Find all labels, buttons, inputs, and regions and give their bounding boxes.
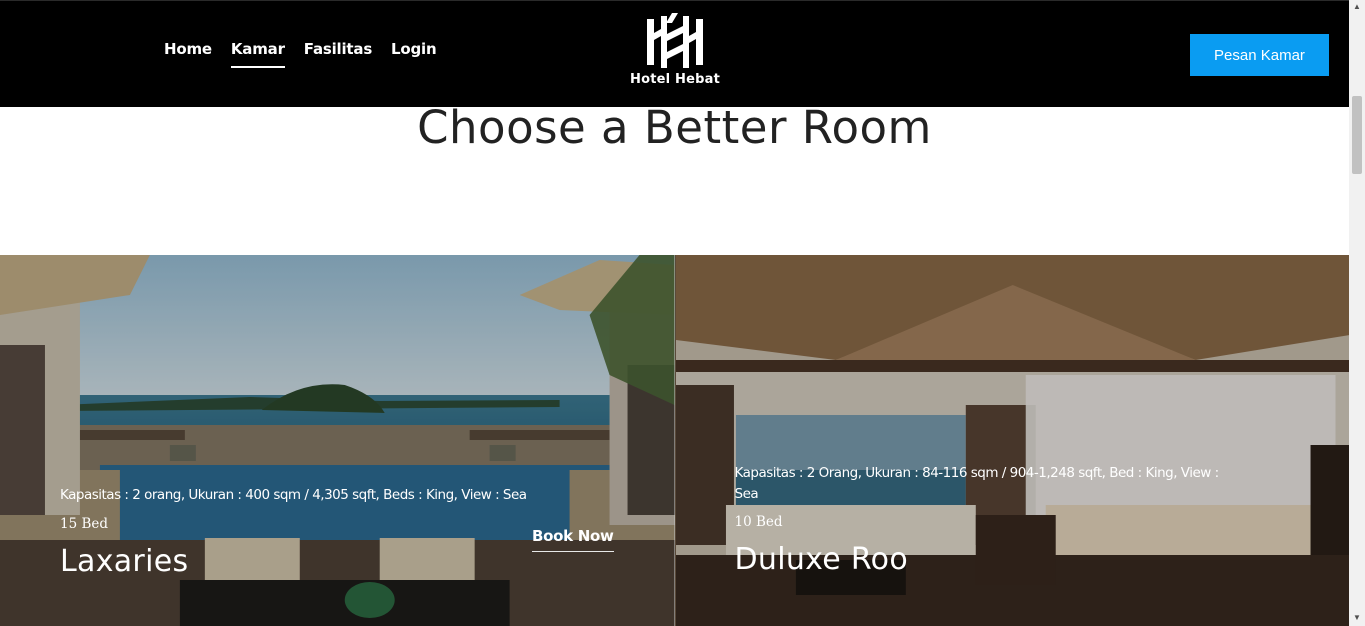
brand-logo[interactable]: Hotel Hebat [620, 11, 730, 87]
nav-link-fasilitas[interactable]: Fasilitas [304, 40, 372, 66]
room-name: Duluxe Roo [734, 542, 908, 577]
room-card-duluxe[interactable]: Kapasitas : 2 Orang, Ukuran : 84-116 sqm… [674, 255, 1349, 626]
scrollbar-thumb[interactable] [1352, 96, 1362, 174]
scrollbar[interactable]: ▲ ▼ [1349, 0, 1365, 626]
navbar: Home Kamar Fasilitas Login Hotel Hebat P… [0, 0, 1349, 107]
brand-name: Hotel Hebat [629, 72, 720, 87]
hotel-hebat-logo-icon [647, 13, 703, 68]
room-beds: 10 Bed [734, 514, 783, 530]
nav-link-login[interactable]: Login [391, 40, 437, 66]
nav-link-home[interactable]: Home [164, 40, 212, 66]
room-beds: 15 Bed [60, 516, 109, 532]
scroll-up-arrow-icon[interactable]: ▲ [1353, 3, 1361, 11]
room-cards: Kapasitas : 2 orang, Ukuran : 400 sqm / … [0, 255, 1349, 626]
room-card-laxaries[interactable]: Kapasitas : 2 orang, Ukuran : 400 sqm / … [0, 255, 675, 626]
page-title: Choose a Better Room [417, 101, 932, 154]
scroll-down-arrow-icon[interactable]: ▼ [1353, 614, 1361, 622]
room-description: Kapasitas : 2 orang, Ukuran : 400 sqm / … [60, 487, 527, 503]
pesan-kamar-button[interactable]: Pesan Kamar [1190, 34, 1329, 76]
nav-links: Home Kamar Fasilitas Login [164, 40, 437, 68]
book-now-link[interactable]: Book Now [532, 527, 614, 552]
nav-link-kamar[interactable]: Kamar [230, 40, 285, 68]
room-description: Kapasitas : 2 Orang, Ukuran : 84-116 sqm… [734, 465, 1220, 502]
room-name: Laxaries [60, 544, 189, 579]
